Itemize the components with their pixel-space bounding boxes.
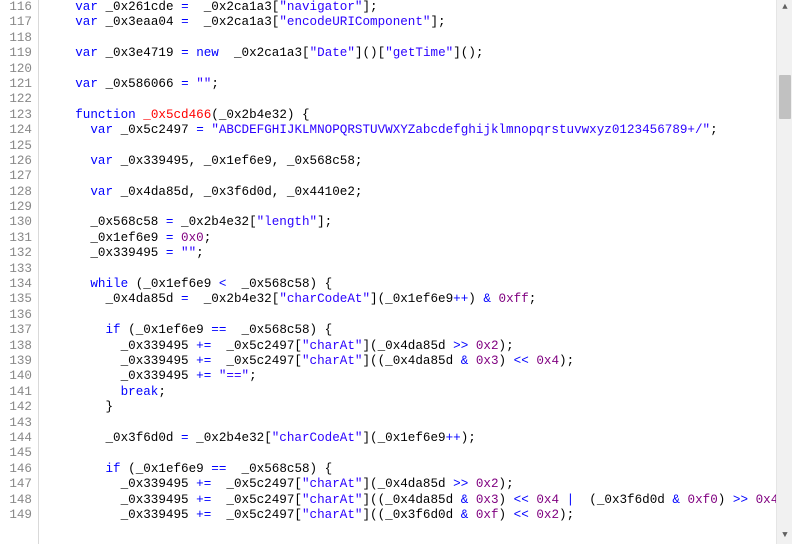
- line-number: 137: [0, 323, 32, 338]
- code-line[interactable]: while (_0x1ef6e9 < _0x568c58) {: [45, 277, 792, 292]
- line-number: 133: [0, 262, 32, 277]
- code-line[interactable]: [45, 139, 792, 154]
- line-number: 142: [0, 400, 32, 415]
- code-line[interactable]: _0x339495 += _0x5c2497["charAt"](_0x4da8…: [45, 477, 792, 492]
- code-line[interactable]: [45, 262, 792, 277]
- code-line[interactable]: var _0x261cde = _0x2ca1a3["navigator"];: [45, 0, 792, 15]
- code-line[interactable]: _0x4da85d = _0x2b4e32["charCodeAt"](_0x1…: [45, 292, 792, 307]
- line-number: 138: [0, 339, 32, 354]
- code-line[interactable]: var _0x4da85d, _0x3f6d0d, _0x4410e2;: [45, 185, 792, 200]
- code-line[interactable]: [45, 92, 792, 107]
- line-number: 143: [0, 416, 32, 431]
- code-line[interactable]: [45, 62, 792, 77]
- line-number: 146: [0, 462, 32, 477]
- code-line[interactable]: _0x339495 += _0x5c2497["charAt"](_0x4da8…: [45, 339, 792, 354]
- code-line[interactable]: break;: [45, 385, 792, 400]
- scroll-down-button[interactable]: ▼: [777, 528, 792, 544]
- scroll-up-button[interactable]: ▲: [777, 0, 792, 16]
- line-number-gutter: 1161171181191201211221231241251261271281…: [0, 0, 39, 544]
- line-number: 128: [0, 185, 32, 200]
- line-number: 118: [0, 31, 32, 46]
- line-number: 126: [0, 154, 32, 169]
- line-number: 121: [0, 77, 32, 92]
- line-number: 135: [0, 292, 32, 307]
- code-line[interactable]: [45, 446, 792, 461]
- code-line[interactable]: _0x1ef6e9 = 0x0;: [45, 231, 792, 246]
- code-line[interactable]: }: [45, 400, 792, 415]
- code-line[interactable]: var _0x3e4719 = new _0x2ca1a3["Date"]()[…: [45, 46, 792, 61]
- line-number: 131: [0, 231, 32, 246]
- line-number: 116: [0, 0, 32, 15]
- line-number: 123: [0, 108, 32, 123]
- code-line[interactable]: _0x339495 += "==";: [45, 369, 792, 384]
- code-line[interactable]: var _0x339495, _0x1ef6e9, _0x568c58;: [45, 154, 792, 169]
- code-line[interactable]: _0x339495 = "";: [45, 246, 792, 261]
- code-line[interactable]: var _0x586066 = "";: [45, 77, 792, 92]
- code-area[interactable]: var _0x261cde = _0x2ca1a3["navigator"]; …: [39, 0, 792, 544]
- code-line[interactable]: _0x339495 += _0x5c2497["charAt"]((_0x3f6…: [45, 508, 792, 523]
- code-line[interactable]: var _0x5c2497 = "ABCDEFGHIJKLMNOPQRSTUVW…: [45, 123, 792, 138]
- line-number: 140: [0, 369, 32, 384]
- vertical-scrollbar[interactable]: ▲ ▼: [776, 0, 792, 544]
- line-number: 130: [0, 215, 32, 230]
- line-number: 145: [0, 446, 32, 461]
- line-number: 120: [0, 62, 32, 77]
- scrollbar-thumb[interactable]: [779, 75, 791, 119]
- code-line[interactable]: if (_0x1ef6e9 == _0x568c58) {: [45, 462, 792, 477]
- line-number: 119: [0, 46, 32, 61]
- code-line[interactable]: [45, 416, 792, 431]
- code-line[interactable]: [45, 169, 792, 184]
- code-line[interactable]: _0x339495 += _0x5c2497["charAt"]((_0x4da…: [45, 493, 792, 508]
- line-number: 125: [0, 139, 32, 154]
- code-line[interactable]: [45, 31, 792, 46]
- line-number: 144: [0, 431, 32, 446]
- code-line[interactable]: _0x339495 += _0x5c2497["charAt"]((_0x4da…: [45, 354, 792, 369]
- code-editor: 1161171181191201211221231241251261271281…: [0, 0, 792, 544]
- line-number: 136: [0, 308, 32, 323]
- line-number: 132: [0, 246, 32, 261]
- line-number: 139: [0, 354, 32, 369]
- code-line[interactable]: [45, 308, 792, 323]
- line-number: 149: [0, 508, 32, 523]
- line-number: 147: [0, 477, 32, 492]
- code-line[interactable]: _0x3f6d0d = _0x2b4e32["charCodeAt"](_0x1…: [45, 431, 792, 446]
- line-number: 134: [0, 277, 32, 292]
- code-line[interactable]: function _0x5cd466(_0x2b4e32) {: [45, 108, 792, 123]
- line-number: 124: [0, 123, 32, 138]
- code-line[interactable]: [45, 200, 792, 215]
- code-line[interactable]: var _0x3eaa04 = _0x2ca1a3["encodeURIComp…: [45, 15, 792, 30]
- line-number: 148: [0, 493, 32, 508]
- line-number: 117: [0, 15, 32, 30]
- line-number: 141: [0, 385, 32, 400]
- line-number: 122: [0, 92, 32, 107]
- code-line[interactable]: if (_0x1ef6e9 == _0x568c58) {: [45, 323, 792, 338]
- line-number: 127: [0, 169, 32, 184]
- line-number: 129: [0, 200, 32, 215]
- code-line[interactable]: _0x568c58 = _0x2b4e32["length"];: [45, 215, 792, 230]
